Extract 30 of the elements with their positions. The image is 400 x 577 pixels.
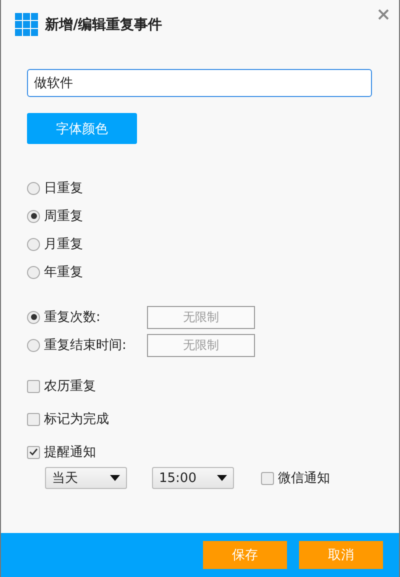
checkbox[interactable] (27, 380, 40, 392)
radio-button[interactable] (27, 310, 40, 324)
caret-icon (110, 475, 120, 481)
radio-label: 重复次数: (44, 309, 100, 326)
radio-label: 周重复 (44, 208, 83, 225)
checkbox-label: 微信通知 (278, 470, 330, 487)
radio-button[interactable] (27, 210, 40, 222)
checkbox-label: 提醒通知 (44, 444, 96, 461)
checkbox[interactable] (261, 472, 274, 484)
radio-button[interactable] (27, 338, 40, 352)
limit-field[interactable]: 无限制 (147, 306, 255, 328)
radio-label: 月重复 (44, 236, 83, 253)
checkbox[interactable] (27, 412, 40, 426)
radio-label: 年重复 (44, 264, 83, 281)
calendar-grid-icon (15, 13, 39, 37)
checkbox-label: 标记为完成 (44, 411, 109, 428)
dropdown[interactable]: 15:00 (152, 467, 234, 489)
checkbox[interactable] (27, 446, 40, 458)
radio-button[interactable] (27, 182, 40, 194)
radio-button[interactable] (27, 238, 40, 250)
close-icon[interactable] (378, 9, 389, 20)
window-title: 新增/编辑重复事件 (45, 16, 162, 34)
radio-label: 重复结束时间: (44, 337, 126, 354)
event-name-field[interactable]: 做软件 (27, 69, 372, 97)
radio-button[interactable] (27, 266, 40, 278)
dropdown[interactable]: 当天 (45, 467, 127, 489)
limit-field[interactable]: 无限制 (147, 334, 255, 356)
caret-icon (217, 475, 227, 481)
radio-label: 日重复 (44, 180, 83, 197)
checkbox-label: 农历重复 (44, 378, 96, 395)
